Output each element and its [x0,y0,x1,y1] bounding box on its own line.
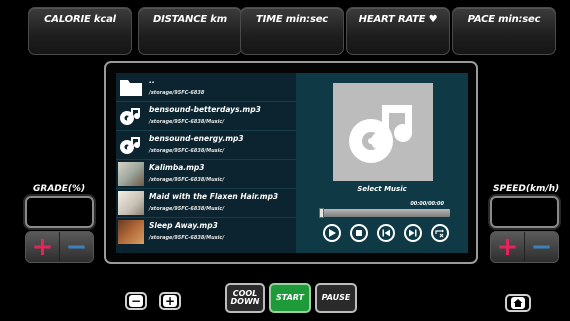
distance-label: DISTANCE km [153,14,227,25]
media-panel: .. /storage/95FC-6838 bensound-betterday… [116,73,468,253]
music-disc-icon [118,133,144,157]
repeat-button[interactable] [431,224,449,242]
time-panel: TIME min:sec [240,7,344,55]
next-button[interactable] [404,224,422,242]
distance-panel: DISTANCE km [138,7,242,55]
repeat-off-icon [435,229,444,238]
heart-rate-label: HEART RATE ♥ [358,14,438,25]
cool-down-label: COOL DOWN [230,289,260,306]
playlist-item[interactable]: Sleep Away.mp3 /storage/95FC-6838/Music/ [116,218,296,247]
playlist-item-path: /storage/95FC-6838/Music/ [149,235,225,241]
calorie-label: CALORIE kcal [44,14,116,25]
playlist-item-parent-folder[interactable]: .. /storage/95FC-6838 [116,73,296,102]
grade-increase-button[interactable]: + [26,232,59,262]
pace-label: PACE min:sec [467,14,541,25]
playlist-item-title: bensound-energy.mp3 [149,134,244,143]
playlist-item[interactable]: bensound-energy.mp3 /storage/95FC-6838/M… [116,131,296,160]
music-player: Select Music 00:00/00:00 [296,73,468,253]
music-disc-icon [349,105,412,163]
grade-label: GRADE(%) [33,184,86,194]
playlist-item-path: /storage/95FC-6838/Music/ [149,119,225,125]
plus-icon: + [163,294,177,308]
album-art-placeholder [333,83,433,181]
play-button[interactable] [323,224,341,242]
playlist-item-title: Sleep Away.mp3 [149,221,218,230]
playlist-item-path: /storage/95FC-6838 [149,90,205,96]
pause-label: PAUSE [321,293,351,302]
minus-icon: − [129,294,143,308]
playlist-item-title: bensound-betterdays.mp3 [149,105,261,114]
playlist-item-path: /storage/95FC-6838/Music/ [149,206,225,212]
playlist-item[interactable]: bensound-betterdays.mp3 /storage/95FC-68… [116,102,296,131]
cool-down-button[interactable]: COOL DOWN [225,283,265,313]
album-art [118,162,144,186]
playlist: .. /storage/95FC-6838 bensound-betterday… [116,73,296,253]
playlist-item-path: /storage/95FC-6838/Music/ [149,177,225,183]
speed-display [490,196,559,228]
heart-rate-panel: HEART RATE ♥ [346,7,450,55]
speed-label: SPEED(km/h) [493,184,560,194]
increase-button[interactable]: + [159,292,181,310]
album-art [118,220,144,244]
time-label: TIME min:sec [255,14,329,25]
stop-button[interactable] [350,224,368,242]
start-button[interactable]: START [269,283,311,313]
progress-slider[interactable] [319,208,450,218]
speed-increase-button[interactable]: + [491,232,524,262]
skip-forward-icon [409,229,417,237]
album-art [118,191,144,215]
skip-back-icon [382,229,390,237]
play-icon [329,229,336,237]
previous-button[interactable] [377,224,395,242]
playlist-item-title: .. [149,76,155,85]
pace-panel: PACE min:sec [452,7,556,55]
playlist-item[interactable]: Maid with the Flaxen Hair.mp3 /storage/9… [116,189,296,218]
calorie-panel: CALORIE kcal [28,7,132,55]
folder-icon [118,75,144,99]
home-icon [511,297,525,309]
playlist-item[interactable]: Kalimba.mp3 /storage/95FC-6838/Music/ [116,160,296,189]
music-disc-icon [118,104,144,128]
decrease-button[interactable]: − [125,292,147,310]
stop-icon [356,230,362,236]
start-label: START [275,293,305,302]
track-time: 00:00/00:00 [410,201,444,207]
home-button[interactable] [505,294,531,312]
playlist-item-path: /storage/95FC-6838/Music/ [149,148,225,154]
playlist-item-title: Maid with the Flaxen Hair.mp3 [149,192,279,201]
pause-button[interactable]: PAUSE [315,283,357,313]
media-screen: .. /storage/95FC-6838 bensound-betterday… [104,61,478,264]
progress-handle[interactable] [319,208,324,218]
grade-stepper: + − [25,231,94,263]
grade-decrease-button[interactable]: − [59,232,93,262]
playlist-item-title: Kalimba.mp3 [149,163,205,172]
grade-display [25,196,94,228]
speed-decrease-button[interactable]: − [524,232,558,262]
speed-stepper: + − [490,231,559,263]
select-music-label: Select Music [357,185,407,193]
